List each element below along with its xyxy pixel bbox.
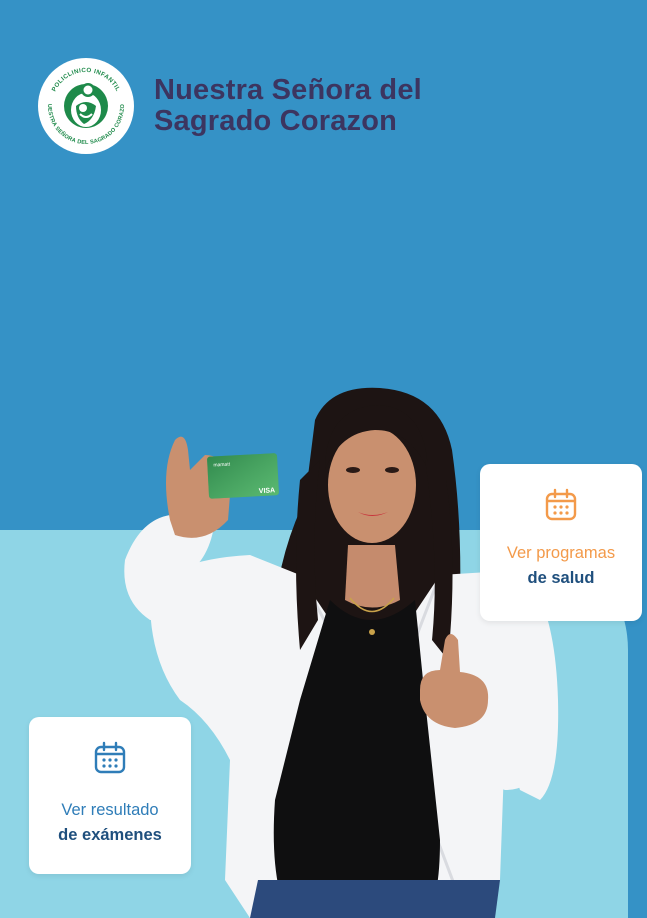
results-card-label-line1: Ver resultado <box>61 801 159 819</box>
card-network-text: VISA <box>259 487 276 495</box>
programs-card-label-line2: de salud <box>527 569 595 587</box>
card-brand-text: mamatt <box>213 462 231 469</box>
programs-card-label-line1: Ver programas <box>506 544 616 562</box>
view-exam-results-card[interactable]: Ver resultado de exámenes <box>29 717 191 874</box>
calendar-icon <box>94 741 126 774</box>
calendar-icon <box>545 488 577 521</box>
landing-page: POLICLINICO INFANTIL NUESTRA SEÑORA DEL … <box>0 0 647 918</box>
results-card-label-line2: de exámenes <box>58 826 162 844</box>
view-health-programs-card[interactable]: Ver programas de salud <box>480 464 642 621</box>
